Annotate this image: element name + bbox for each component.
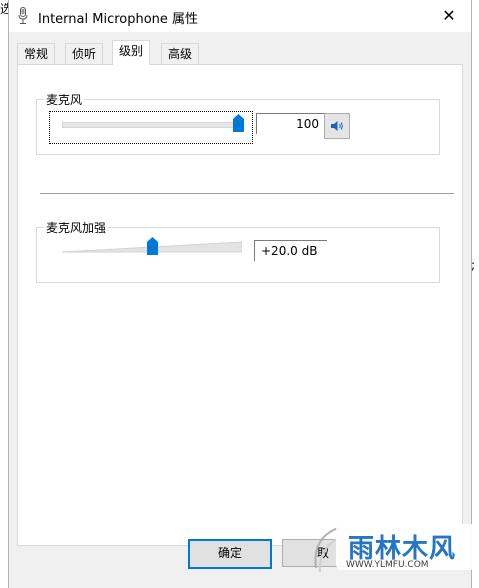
watermark-url: WWW.YLMFU.COM [346, 560, 429, 570]
watermark-logo: 雨林木风 WWW.YLMFU.COM [308, 512, 476, 584]
microphone-boost-slider[interactable] [62, 237, 242, 265]
microphone-boost-value[interactable]: +20.0 dB [254, 240, 327, 261]
tab-general[interactable]: 常规 [17, 43, 56, 64]
tab-general-label: 常规 [24, 47, 49, 61]
ok-button[interactable]: 确定 [188, 539, 272, 569]
levels-tab-panel: 麦克风 100 麦克风加强 +20.0 dB [17, 64, 463, 546]
dialog-client-area: 常规 侦听 级别 高级 麦克风 100 麦克风加强 +20.0 dB 确定 取 [9, 32, 471, 588]
properties-dialog: Internal Microphone 属性 ✕ 常规 侦听 级别 高级 麦克风 [8, 0, 472, 588]
tab-advanced[interactable]: 高级 [161, 43, 200, 64]
tab-listen[interactable]: 侦听 [65, 43, 104, 64]
speaker-icon [331, 121, 343, 131]
microphone-slider-track [62, 122, 240, 128]
microphone-label: 麦克风 [44, 91, 85, 108]
microphone-boost-slider-thumb[interactable] [146, 237, 158, 255]
window-title: Internal Microphone 属性 [38, 12, 199, 27]
watermark-badge: 雨林木风 WWW.YLMFU.COM [336, 524, 476, 570]
title-bar: Internal Microphone 属性 ✕ [9, 0, 471, 32]
microphone-mute-button[interactable] [324, 113, 350, 139]
microphone-level-value[interactable]: 100 [256, 113, 325, 134]
microphone-slider-thumb[interactable] [232, 114, 244, 132]
close-button[interactable]: ✕ [427, 0, 471, 30]
microphone-slider[interactable] [49, 111, 253, 144]
close-icon: ✕ [442, 5, 456, 25]
tab-listen-label: 侦听 [72, 47, 97, 61]
tab-levels[interactable]: 级别 [112, 40, 151, 65]
microphone-boost-label: 麦克风加强 [44, 219, 109, 236]
section-separator [40, 193, 454, 194]
tab-levels-label: 级别 [119, 44, 144, 58]
tab-advanced-label: 高级 [168, 47, 193, 61]
microphone-icon [18, 7, 28, 24]
